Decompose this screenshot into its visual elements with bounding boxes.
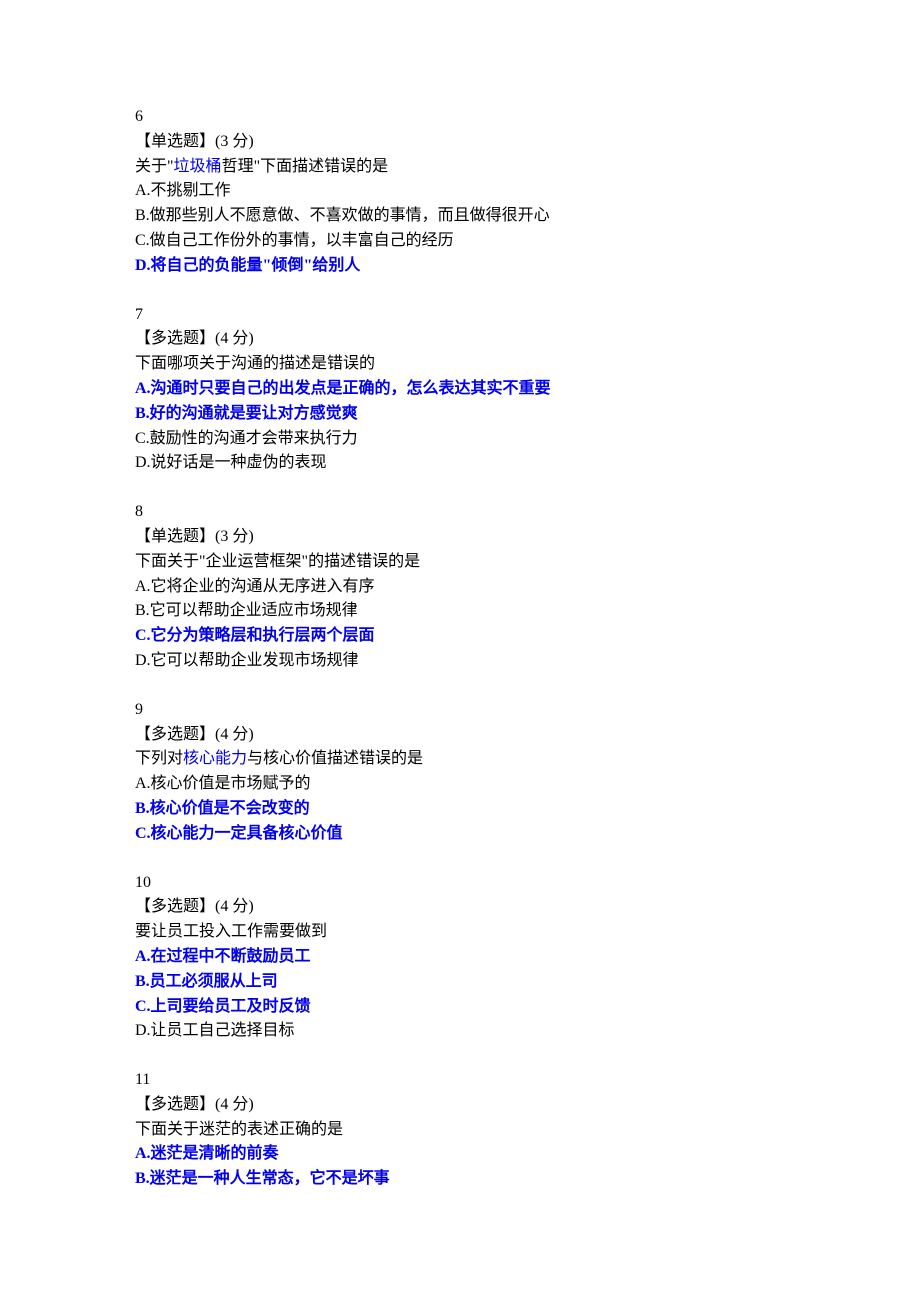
question-type: 【多选题】(4 分) — [135, 327, 785, 352]
option-b: B.核心价值是不会改变的 — [135, 797, 785, 822]
option-a: A.迷茫是清晰的前奏 — [135, 1142, 785, 1167]
option-a: A.核心价值是市场赋予的 — [135, 772, 785, 797]
option-d: D.说好话是一种虚伪的表现 — [135, 451, 785, 476]
option-b: B.做那些别人不愿意做、不喜欢做的事情，而且做得很开心 — [135, 204, 785, 229]
option-a: A.不挑剔工作 — [135, 179, 785, 204]
option-c: C.做自己工作份外的事情，以丰富自己的经历 — [135, 229, 785, 254]
option-c: C.它分为策略层和执行层两个层面 — [135, 624, 785, 649]
question-type: 【多选题】(4 分) — [135, 723, 785, 748]
option-a: A.沟通时只要自己的出发点是正确的，怎么表达其实不重要 — [135, 377, 785, 402]
option-d: D.让员工自己选择目标 — [135, 1019, 785, 1044]
stem-link[interactable]: 垃圾桶 — [174, 158, 222, 175]
document-body: 6 【单选题】(3 分) 关于"垃圾桶哲理"下面描述错误的是 A.不挑剔工作 B… — [135, 105, 785, 1192]
question-stem: 关于"垃圾桶哲理"下面描述错误的是 — [135, 155, 785, 180]
question-number: 9 — [135, 698, 785, 723]
question-6: 6 【单选题】(3 分) 关于"垃圾桶哲理"下面描述错误的是 A.不挑剔工作 B… — [135, 105, 785, 279]
stem-post: 哲理"下面描述错误的是 — [222, 158, 389, 175]
question-stem: 要让员工投入工作需要做到 — [135, 920, 785, 945]
question-stem: 下列对核心能力与核心价值描述错误的是 — [135, 747, 785, 772]
question-type: 【多选题】(4 分) — [135, 1093, 785, 1118]
question-stem: 下面哪项关于沟通的描述是错误的 — [135, 352, 785, 377]
option-c: C.上司要给员工及时反馈 — [135, 995, 785, 1020]
question-11: 11 【多选题】(4 分) 下面关于迷茫的表述正确的是 A.迷茫是清晰的前奏 B… — [135, 1068, 785, 1192]
question-10: 10 【多选题】(4 分) 要让员工投入工作需要做到 A.在过程中不断鼓励员工 … — [135, 871, 785, 1045]
question-number: 10 — [135, 871, 785, 896]
question-type: 【单选题】(3 分) — [135, 525, 785, 550]
option-b: B.它可以帮助企业适应市场规律 — [135, 599, 785, 624]
option-a: A.在过程中不断鼓励员工 — [135, 945, 785, 970]
question-8: 8 【单选题】(3 分) 下面关于"企业运营框架"的描述错误的是 A.它将企业的… — [135, 500, 785, 674]
stem-post: 与核心价值描述错误的是 — [247, 750, 423, 767]
option-c: C.鼓励性的沟通才会带来执行力 — [135, 427, 785, 452]
question-7: 7 【多选题】(4 分) 下面哪项关于沟通的描述是错误的 A.沟通时只要自己的出… — [135, 303, 785, 477]
question-type: 【单选题】(3 分) — [135, 130, 785, 155]
option-c: C.核心能力一定具备核心价值 — [135, 822, 785, 847]
question-stem: 下面关于"企业运营框架"的描述错误的是 — [135, 550, 785, 575]
question-number: 6 — [135, 105, 785, 130]
question-stem: 下面关于迷茫的表述正确的是 — [135, 1118, 785, 1143]
question-number: 11 — [135, 1068, 785, 1093]
option-b: B.迷茫是一种人生常态，它不是坏事 — [135, 1167, 785, 1192]
option-b: B.好的沟通就是要让对方感觉爽 — [135, 402, 785, 427]
question-number: 8 — [135, 500, 785, 525]
question-number: 7 — [135, 303, 785, 328]
option-d: D.它可以帮助企业发现市场规律 — [135, 649, 785, 674]
stem-pre: 下列对 — [135, 750, 183, 767]
question-9: 9 【多选题】(4 分) 下列对核心能力与核心价值描述错误的是 A.核心价值是市… — [135, 698, 785, 847]
option-d: D.将自己的负能量"倾倒"给别人 — [135, 254, 785, 279]
question-type: 【多选题】(4 分) — [135, 895, 785, 920]
stem-link[interactable]: 核心能力 — [183, 750, 247, 767]
option-b: B.员工必须服从上司 — [135, 970, 785, 995]
stem-pre: 关于" — [135, 158, 174, 175]
option-a: A.它将企业的沟通从无序进入有序 — [135, 575, 785, 600]
